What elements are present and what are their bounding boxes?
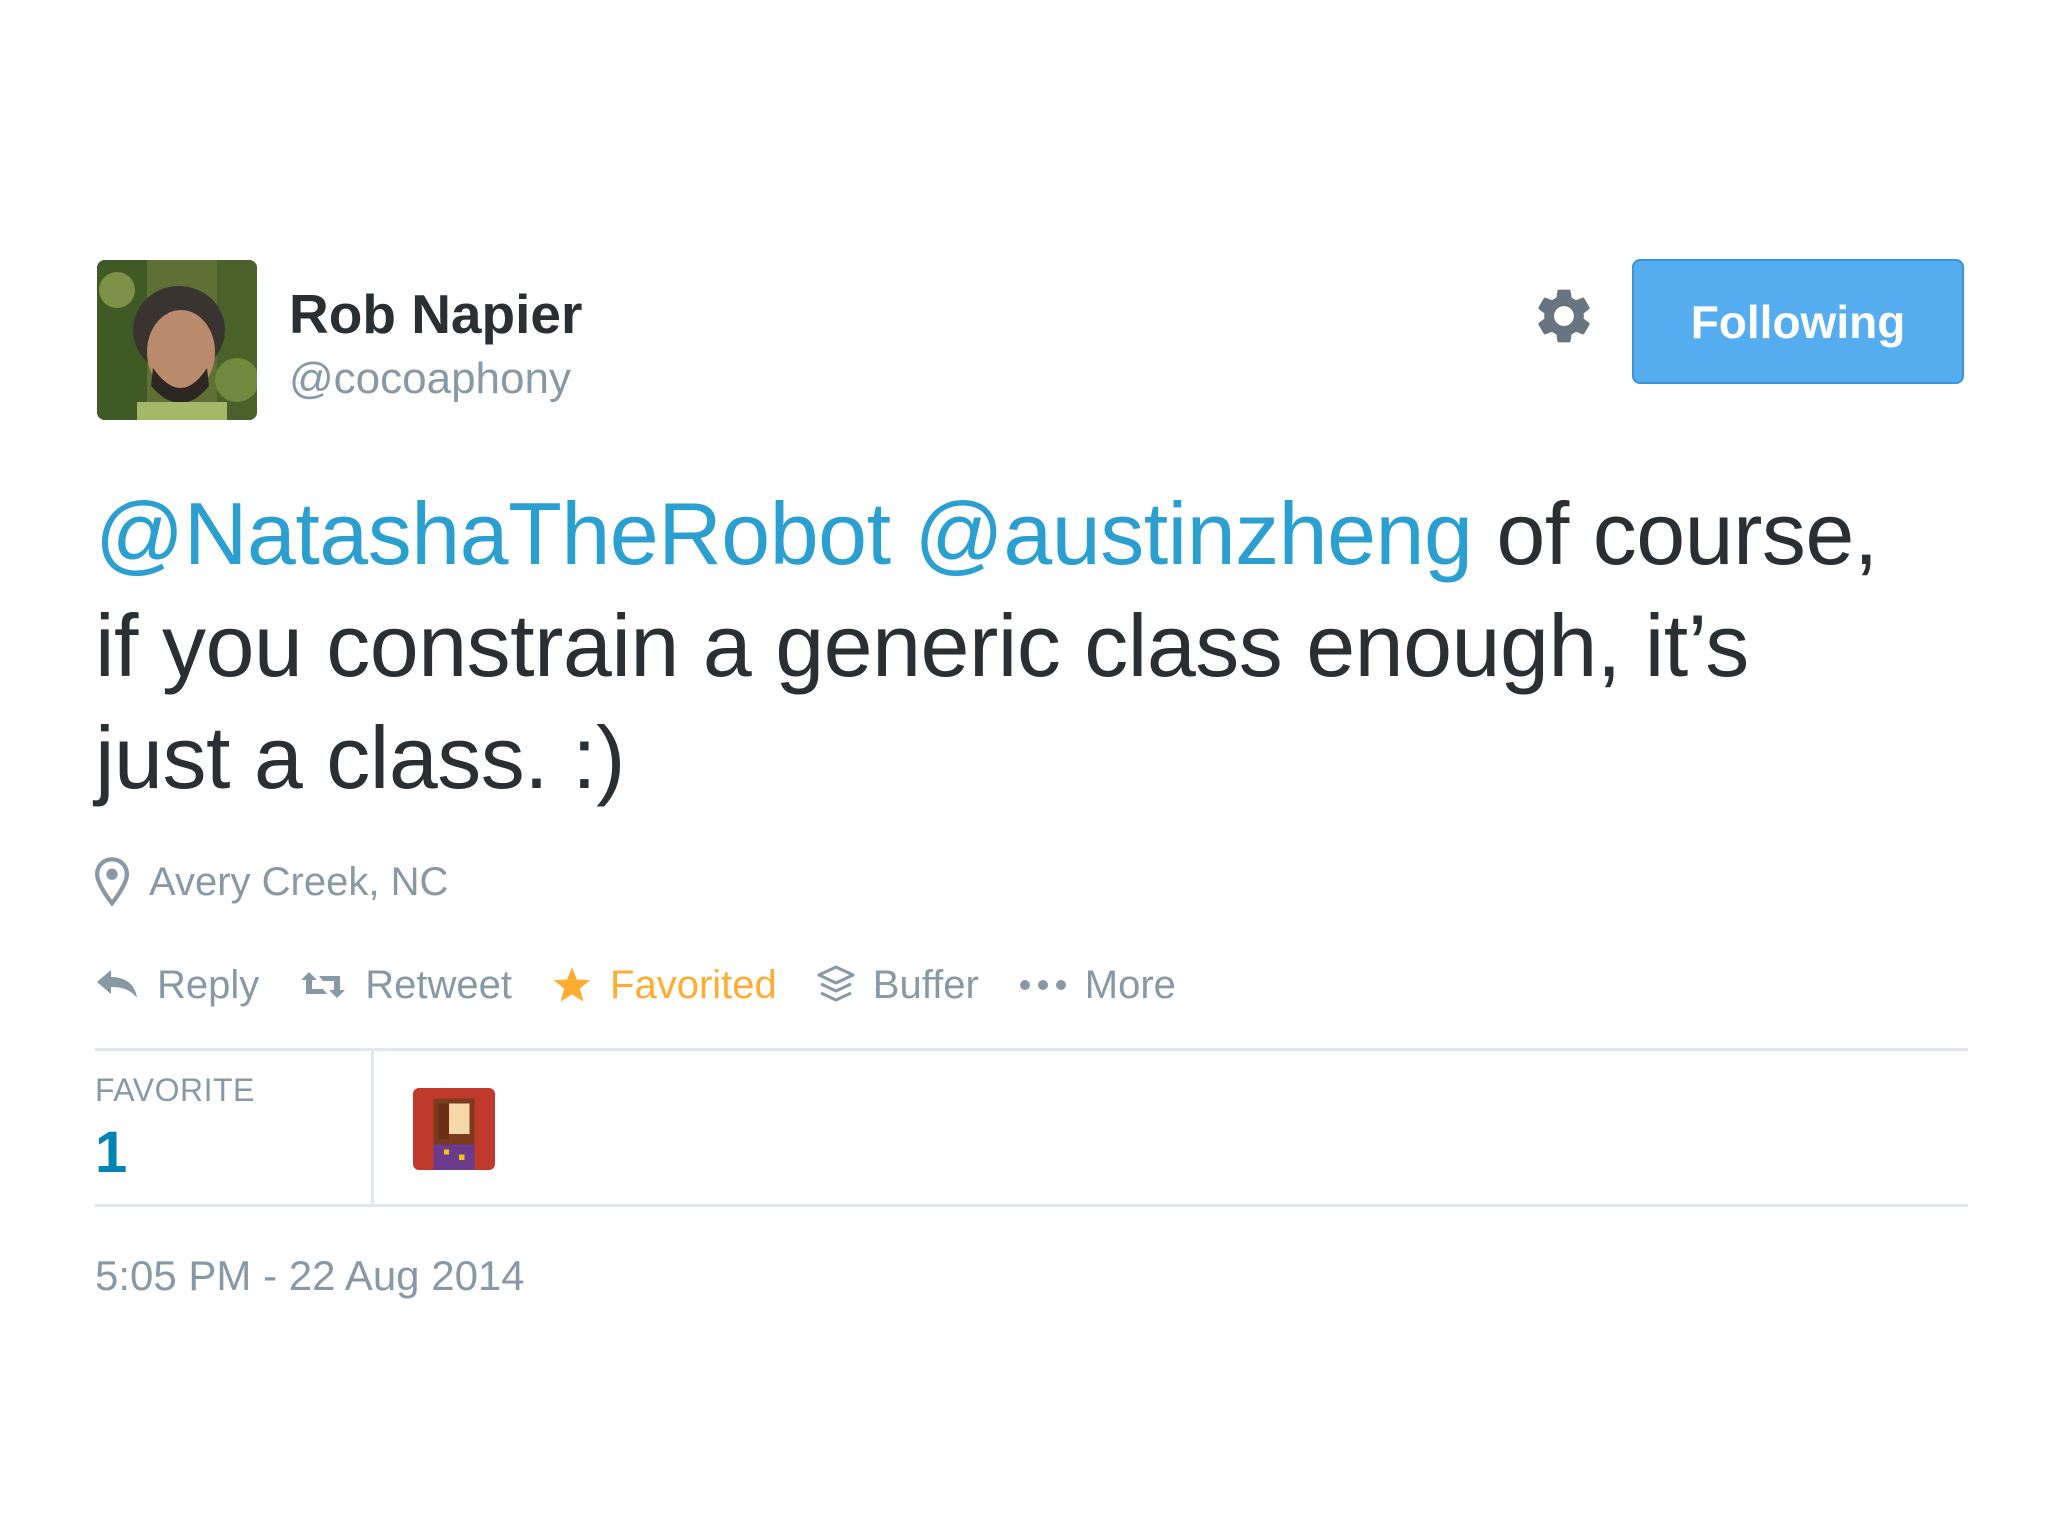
tweet-timestamp[interactable]: 5:05 PM - 22 Aug 2014: [95, 1252, 525, 1300]
pixel-avatar-icon: [413, 1088, 495, 1170]
author-handle[interactable]: @cocoaphony: [289, 352, 571, 406]
tweet-location[interactable]: Avery Creek, NC: [95, 852, 448, 912]
favorite-stat-count[interactable]: 1: [95, 1118, 127, 1188]
profile-photo-icon: [97, 260, 257, 420]
map-pin-icon: [95, 857, 129, 907]
buffer-label: Buffer: [872, 962, 979, 1007]
buffer-icon: [817, 965, 855, 1002]
tweet-line-3: just a class. :): [95, 708, 625, 807]
stats-separator: [371, 1050, 374, 1206]
following-button[interactable]: Following: [1632, 259, 1964, 384]
more-label: More: [1084, 962, 1176, 1007]
stats-bottom-divider: [95, 1204, 1968, 1207]
mention-austinzheng[interactable]: @austinzheng: [915, 484, 1473, 583]
author-avatar[interactable]: [97, 260, 257, 420]
gear-icon[interactable]: [1531, 283, 1597, 349]
tweet-line-2: if you constrain a generic class enough,…: [95, 596, 1749, 695]
tweet-line-1-rest: of course,: [1496, 484, 1878, 583]
favorite-stat-label: FAVORITE: [95, 1072, 255, 1108]
retweet-button[interactable]: Retweet: [299, 963, 512, 1008]
more-dots-icon: [1019, 980, 1066, 990]
author-display-name[interactable]: Rob Napier: [289, 282, 582, 346]
reply-button[interactable]: Reply: [95, 963, 259, 1008]
star-icon: [553, 967, 591, 1002]
reply-icon: [97, 970, 137, 998]
mention-natashatherobot[interactable]: @NatashaTheRobot: [95, 484, 891, 583]
tweet-actions: Reply Retweet Favorited Buffer More: [95, 955, 1216, 1015]
favorited-label: Favorited: [610, 962, 777, 1007]
favorited-button[interactable]: Favorited: [552, 963, 777, 1008]
retweet-label: Retweet: [365, 962, 513, 1007]
tweet-line-1: @NatashaTheRobot @austinzheng of course,: [95, 484, 1878, 583]
more-button[interactable]: More: [1019, 963, 1176, 1008]
location-text: Avery Creek, NC: [149, 859, 449, 904]
retweet-icon: [301, 972, 346, 998]
favoriter-avatar[interactable]: [413, 1088, 495, 1170]
buffer-button[interactable]: Buffer: [817, 963, 979, 1008]
stats-top-divider: [95, 1048, 1968, 1051]
tweet-text: @NatashaTheRobot @austinzheng of course,…: [95, 478, 1995, 814]
reply-label: Reply: [157, 962, 260, 1007]
